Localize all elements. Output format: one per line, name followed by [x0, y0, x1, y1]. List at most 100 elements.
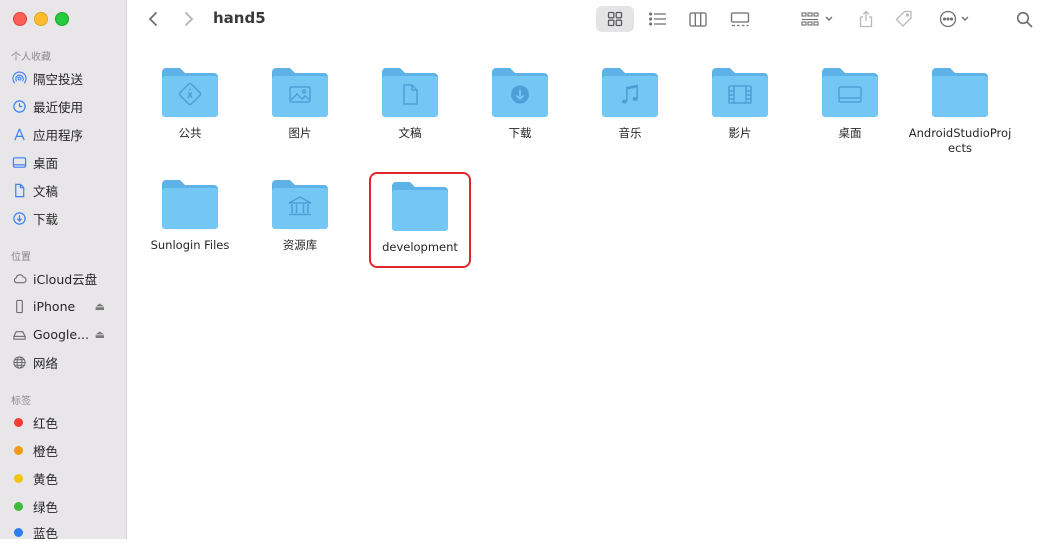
sidebar: 个人收藏 隔空投送 最近使用 应用程序 桌面 文稿 下载 位置 iCloud云盘… — [0, 0, 127, 542]
download-icon — [11, 210, 27, 226]
grid-icon — [607, 11, 623, 27]
window-title: hand5 — [213, 9, 266, 27]
sidebar-item-label: 红色 — [33, 415, 59, 431]
sidebar-tag-blue[interactable]: 蓝色 — [11, 522, 123, 542]
gallery-view-button[interactable] — [727, 8, 753, 30]
eject-icon[interactable]: ⏏ — [95, 300, 105, 313]
clock-icon — [11, 98, 27, 114]
folder-music[interactable]: 音乐 — [576, 64, 684, 141]
airdrop-icon — [11, 70, 27, 86]
folder-movies[interactable]: 影片 — [686, 64, 794, 141]
sidebar-item-label: 隔空投送 — [33, 71, 84, 87]
folder-library-icon — [272, 180, 328, 229]
sidebar-item-applications[interactable]: 应用程序 — [11, 124, 123, 144]
sidebar-item-iphone[interactable]: iPhone ⏏ — [11, 296, 123, 316]
folder-label: 图片 — [288, 126, 312, 140]
sidebar-item-documents[interactable]: 文稿 — [11, 180, 123, 200]
sidebar-item-label: Google... — [33, 326, 89, 342]
folder-label: 公共 — [178, 126, 202, 140]
chevron-left-icon — [148, 12, 157, 26]
folder-documents[interactable]: 文稿 — [356, 64, 464, 141]
applications-icon — [11, 126, 27, 142]
sidebar-item-label: 应用程序 — [33, 127, 84, 143]
tag-icon — [895, 10, 912, 27]
folder-label: AndroidStudioProjects — [908, 126, 1012, 155]
tag-button[interactable] — [893, 8, 915, 30]
sidebar-item-network[interactable]: 网络 — [11, 352, 123, 372]
eject-icon[interactable]: ⏏ — [95, 328, 105, 341]
tag-dot-icon — [14, 417, 23, 427]
sidebar-tag-red[interactable]: 红色 — [11, 412, 123, 432]
sidebar-item-label: 网络 — [33, 355, 59, 371]
sidebar-item-google-drive[interactable]: Google... ⏏ — [11, 324, 123, 344]
folder-label: 资源库 — [282, 238, 318, 252]
search-button[interactable] — [1013, 8, 1035, 30]
chevron-down-icon — [961, 16, 969, 21]
folder-android-studio-projects[interactable]: AndroidStudioProjects — [906, 64, 1014, 156]
folder-sunlogin-files[interactable]: Sunlogin Files — [136, 176, 244, 253]
sidebar-item-label: 橙色 — [33, 443, 59, 459]
list-view-button[interactable] — [645, 8, 671, 30]
folder-label: 影片 — [728, 126, 752, 140]
folder-label: 桌面 — [838, 126, 862, 140]
back-button[interactable] — [143, 8, 163, 30]
gallery-icon — [730, 11, 750, 26]
sidebar-item-downloads[interactable]: 下载 — [11, 208, 123, 228]
minimize-button[interactable] — [34, 12, 48, 26]
folder-desktop[interactable]: 桌面 — [796, 64, 904, 141]
search-icon — [1016, 11, 1032, 27]
share-button[interactable] — [855, 8, 877, 30]
more-actions-button[interactable] — [935, 8, 973, 30]
toolbar: hand5 — [127, 0, 1047, 38]
columns-icon — [689, 11, 707, 27]
drive-icon — [11, 326, 27, 342]
group-by-button[interactable] — [797, 8, 837, 30]
close-button[interactable] — [13, 12, 27, 26]
folder-movies-icon — [712, 68, 768, 117]
sidebar-item-label: 最近使用 — [33, 99, 84, 115]
tag-dot-icon — [14, 473, 23, 483]
column-view-button[interactable] — [685, 8, 711, 30]
file-grid: 公共 图片 文稿 下载 音乐 影片 桌面 AndroidStudioProjec… — [127, 38, 1047, 539]
sidebar-item-label: iPhone — [33, 298, 76, 314]
folder-icon — [162, 180, 218, 229]
tag-dot-icon — [14, 527, 23, 537]
folder-music-icon — [602, 68, 658, 117]
document-icon — [11, 182, 27, 198]
folder-downloads-icon — [492, 68, 548, 117]
tag-dot-icon — [14, 501, 23, 511]
folder-icon — [932, 68, 988, 117]
sidebar-item-label: iCloud云盘 — [33, 271, 98, 287]
sidebar-tag-orange[interactable]: 橙色 — [11, 440, 123, 460]
sidebar-item-desktop[interactable]: 桌面 — [11, 152, 123, 172]
locations-section-title: 位置 — [11, 252, 31, 263]
folder-pictures-icon — [272, 68, 328, 117]
forward-button[interactable] — [179, 8, 199, 30]
folder-downloads[interactable]: 下载 — [466, 64, 574, 141]
favorites-section-title: 个人收藏 — [11, 52, 51, 63]
sidebar-item-recents[interactable]: 最近使用 — [11, 96, 123, 116]
folder-pictures[interactable]: 图片 — [246, 64, 354, 141]
folder-label: 文稿 — [398, 126, 422, 140]
sidebar-item-label: 下载 — [33, 211, 59, 227]
sidebar-item-label: 黄色 — [33, 471, 59, 487]
icon-view-button[interactable] — [596, 6, 634, 32]
share-icon — [859, 10, 873, 28]
zoom-button[interactable] — [55, 12, 69, 26]
sidebar-item-icloud[interactable]: iCloud云盘 — [11, 268, 123, 288]
folder-public[interactable]: 公共 — [136, 64, 244, 141]
sidebar-tag-green[interactable]: 绿色 — [11, 496, 123, 516]
group-icon — [801, 11, 819, 26]
sidebar-item-label: 文稿 — [33, 183, 59, 199]
sidebar-item-airdrop[interactable]: 隔空投送 — [11, 68, 123, 88]
folder-label: 音乐 — [618, 126, 642, 140]
globe-icon — [11, 354, 27, 370]
window-controls — [13, 12, 69, 26]
desktop-icon — [11, 154, 27, 170]
sidebar-item-label: 桌面 — [33, 155, 59, 171]
folder-library[interactable]: 资源库 — [246, 176, 354, 253]
folder-label: 下载 — [508, 126, 532, 140]
sidebar-item-label: 绿色 — [33, 499, 59, 515]
tags-section-title: 标签 — [11, 396, 31, 407]
sidebar-tag-yellow[interactable]: 黄色 — [11, 468, 123, 488]
